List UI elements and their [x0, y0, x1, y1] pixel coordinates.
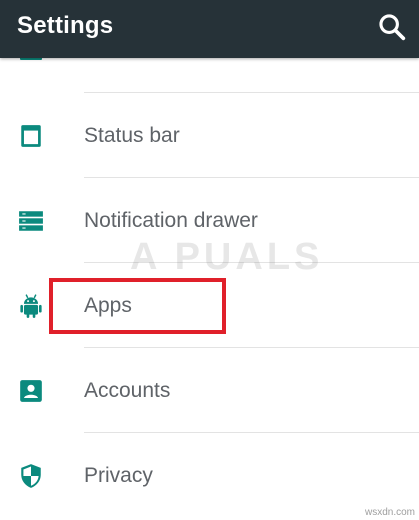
setting-label: Notification drawer [84, 208, 258, 232]
setting-row-notification-drawer[interactable]: Notification drawer [0, 178, 419, 263]
status-bar-icon [21, 124, 41, 147]
search-icon[interactable] [375, 10, 409, 44]
setting-label: Apps [84, 293, 132, 317]
setting-label: Accounts [84, 378, 171, 402]
shield-icon [21, 463, 41, 488]
setting-row-accounts[interactable]: Accounts [0, 348, 419, 433]
account-box-icon [20, 379, 42, 402]
setting-row-privacy[interactable]: Privacy [0, 433, 419, 518]
app-bar: Settings [0, 0, 419, 58]
android-icon [20, 293, 42, 318]
settings-screen: Status bar Notification drawer Apps Acco… [0, 0, 419, 520]
setting-label: Status bar [84, 123, 180, 147]
source-credit: wsxdn.com [364, 507, 415, 518]
setting-row-apps[interactable]: Apps [0, 263, 419, 348]
setting-row-status-bar[interactable]: Status bar [0, 93, 419, 178]
settings-list: Status bar Notification drawer Apps Acco… [0, 0, 419, 520]
setting-label: Privacy [84, 463, 153, 487]
notification-drawer-icon [19, 210, 43, 231]
page-title: Settings [17, 12, 114, 39]
